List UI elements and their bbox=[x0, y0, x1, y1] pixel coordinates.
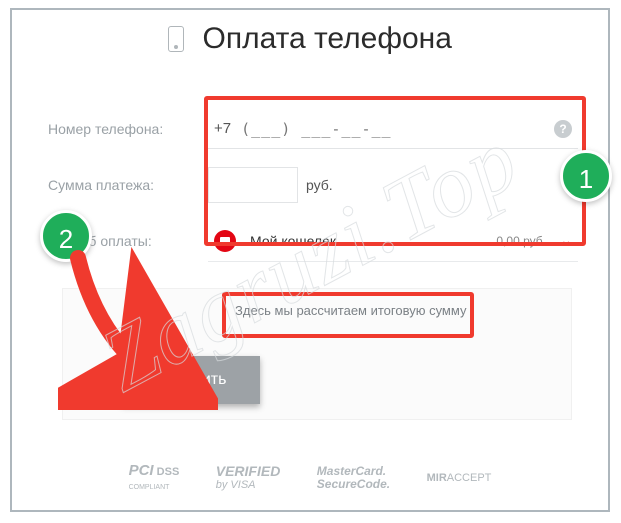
pay-button-label: Оплатить bbox=[156, 371, 227, 388]
pci-b: DSS bbox=[157, 466, 180, 478]
amount-input[interactable] bbox=[208, 167, 298, 203]
chevron-down-icon: ⌄ bbox=[560, 232, 572, 249]
payment-form: Номер телефона: +7 (___) ___-__-__ ? Сум… bbox=[48, 106, 578, 274]
title-row: Оплата телефона bbox=[12, 22, 608, 56]
label-amount: Сумма платежа: bbox=[48, 177, 208, 193]
phone-mask: (___) ___-__-__ bbox=[241, 120, 391, 138]
phone-icon bbox=[168, 26, 184, 52]
badge-pci-dss: PCI DSS COMPLIANT bbox=[129, 463, 180, 492]
badge-verified-by-visa: VERIFIED by VISA bbox=[216, 464, 281, 491]
help-icon[interactable]: ? bbox=[554, 120, 572, 138]
label-phone: Номер телефона: bbox=[48, 121, 208, 137]
badge-mastercard-securecode: MasterCard. SecureCode. bbox=[317, 465, 390, 491]
wallet-balance: 0,00 руб. bbox=[496, 234, 546, 248]
step-badge-1: 1 bbox=[560, 150, 612, 202]
badge-mir-accept: MIRACCEPT bbox=[427, 472, 492, 484]
currency-label: руб. bbox=[306, 177, 333, 193]
page-frame: Оплата телефона Номер телефона: +7 (___)… bbox=[10, 8, 610, 512]
mc-a: MasterCard. bbox=[317, 464, 386, 478]
row-phone: Номер телефона: +7 (___) ___-__-__ ? bbox=[48, 106, 578, 152]
row-amount: Сумма платежа: руб. bbox=[48, 162, 578, 208]
phone-prefix: +7 bbox=[214, 120, 231, 137]
vbv-a: VERIFIED bbox=[216, 463, 281, 479]
step-badge-2: 2 bbox=[40, 210, 92, 262]
page-title: Оплата телефона bbox=[203, 22, 452, 56]
pci-c: COMPLIANT bbox=[129, 484, 170, 491]
mir-a: MIR bbox=[427, 472, 447, 484]
wallet-name: Мой кошелек bbox=[250, 233, 336, 249]
pci-a: PCI bbox=[129, 463, 154, 480]
vbv-b: by VISA bbox=[216, 479, 256, 491]
payment-method-select[interactable]: Мой кошелек 0,00 руб. ⌄ bbox=[208, 220, 578, 262]
mir-b: ACCEPT bbox=[447, 472, 492, 484]
wallet-icon bbox=[214, 230, 236, 252]
phone-input[interactable]: +7 (___) ___-__-__ ? bbox=[208, 109, 578, 149]
calc-message: Здесь мы рассчитаем итоговую сумму bbox=[235, 303, 466, 318]
footer-badges: PCI DSS COMPLIANT VERIFIED by VISA Maste… bbox=[12, 463, 608, 492]
row-method: Способ оплаты: Мой кошелек 0,00 руб. ⌄ bbox=[48, 218, 578, 264]
pay-button[interactable]: Оплатить bbox=[122, 356, 260, 404]
mc-b: SecureCode. bbox=[317, 477, 390, 491]
